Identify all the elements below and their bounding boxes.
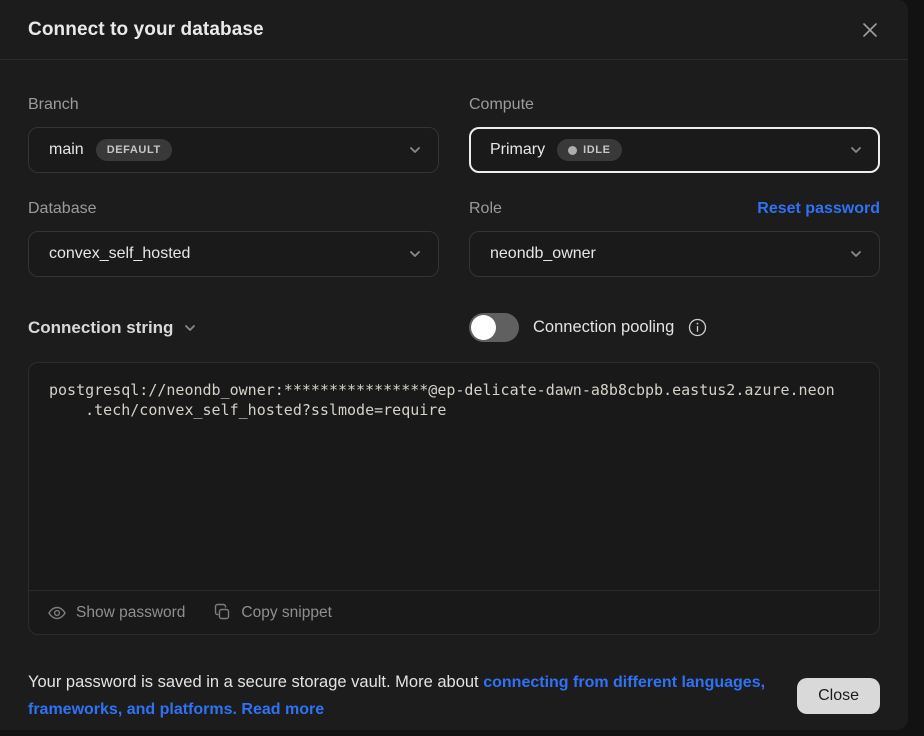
chevron-down-icon (849, 247, 863, 261)
chevron-down-icon (183, 321, 197, 335)
connection-string-label: Connection string (28, 318, 173, 338)
close-button[interactable]: Close (797, 678, 880, 714)
show-password-label: Show password (76, 604, 185, 622)
compute-select[interactable]: Primary IDLE (469, 127, 880, 173)
branch-default-badge: DEFAULT (96, 139, 172, 161)
connection-string-code: postgresql://neondb_owner:**************… (29, 363, 879, 590)
compute-value: Primary (490, 141, 545, 159)
connection-pooling-toggle[interactable] (469, 313, 519, 342)
info-icon[interactable] (688, 318, 707, 337)
copy-icon (213, 603, 232, 622)
role-field: Role Reset password neondb_owner (469, 199, 880, 277)
branch-value: main (49, 141, 84, 159)
database-select[interactable]: convex_self_hosted (28, 231, 439, 277)
copy-snippet-label: Copy snippet (241, 604, 331, 622)
reset-password-link[interactable]: Reset password (757, 200, 880, 218)
footer-note-text: Your password is saved in a secure stora… (28, 673, 483, 691)
compute-idle-badge: IDLE (557, 139, 621, 161)
chevron-down-icon (849, 143, 863, 157)
database-label: Database (28, 200, 97, 218)
chevron-down-icon (408, 247, 422, 261)
branch-select[interactable]: main DEFAULT (28, 127, 439, 173)
branch-label: Branch (28, 96, 79, 114)
branch-field: Branch main DEFAULT (28, 95, 439, 173)
role-select[interactable]: neondb_owner (469, 231, 880, 277)
dialog-body: Branch main DEFAULT Compute Primary (0, 95, 908, 635)
code-actions-bar: Show password Copy snippet (29, 590, 879, 634)
connection-pooling-row: Connection pooling (469, 313, 880, 342)
show-password-button[interactable]: Show password (47, 603, 185, 623)
eye-icon (47, 603, 67, 623)
database-field: Database convex_self_hosted (28, 199, 439, 277)
footer-note: Your password is saved in a secure stora… (28, 669, 773, 723)
chevron-down-icon (408, 143, 422, 157)
status-dot (568, 146, 577, 155)
database-value: convex_self_hosted (49, 245, 190, 263)
dialog-footer: Your password is saved in a secure stora… (0, 669, 908, 723)
dialog-title: Connect to your database (28, 19, 264, 41)
connection-string-panel: postgresql://neondb_owner:**************… (28, 362, 880, 635)
connect-database-dialog: Connect to your database Branch main DEF… (0, 0, 908, 730)
close-icon[interactable] (856, 16, 884, 44)
compute-label: Compute (469, 96, 534, 114)
role-value: neondb_owner (490, 245, 596, 263)
connection-pooling-label: Connection pooling (533, 318, 674, 337)
toggle-knob (471, 315, 496, 340)
read-more-link[interactable]: Read more (237, 701, 324, 718)
role-label: Role (469, 200, 502, 218)
compute-field: Compute Primary IDLE (469, 95, 880, 173)
dialog-header: Connect to your database (0, 0, 908, 60)
connection-string-value: postgresql://neondb_owner:**************… (49, 380, 859, 420)
copy-snippet-button[interactable]: Copy snippet (213, 603, 331, 622)
connection-string-dropdown[interactable]: Connection string (28, 318, 439, 338)
